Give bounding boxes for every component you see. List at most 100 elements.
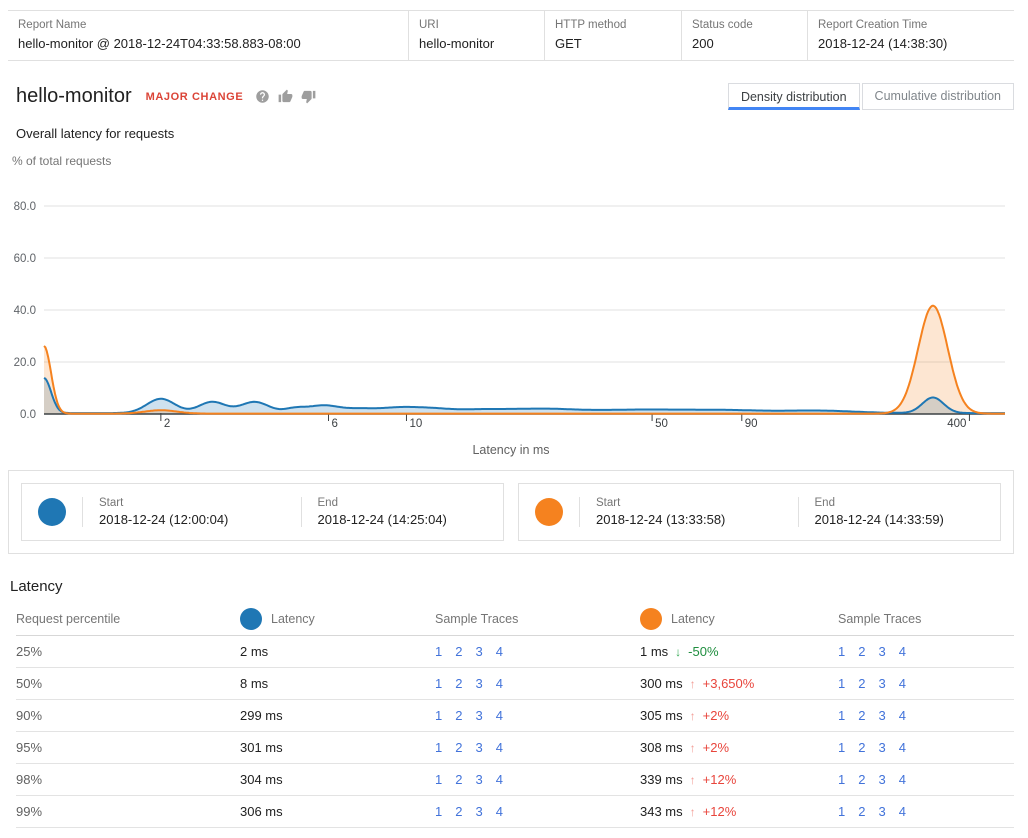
trace-link[interactable]: 4 bbox=[496, 676, 503, 691]
trace-link[interactable]: 2 bbox=[858, 676, 865, 691]
trace-link[interactable]: 1 bbox=[435, 708, 442, 723]
change-percent: +3,650% bbox=[703, 676, 755, 691]
trace-link[interactable]: 3 bbox=[878, 676, 885, 691]
trace-link[interactable]: 4 bbox=[496, 804, 503, 819]
legend-start-label: Start bbox=[596, 497, 782, 509]
density-line-baseline bbox=[44, 378, 1005, 413]
trace-link[interactable]: 3 bbox=[878, 708, 885, 723]
trace-link[interactable]: 2 bbox=[455, 804, 462, 819]
change-percent: +12% bbox=[703, 772, 737, 787]
trace-link[interactable]: 1 bbox=[435, 644, 442, 659]
table-row: 25%2 ms12341 ms↓-50%1234 bbox=[16, 636, 1014, 668]
trace-link[interactable]: 3 bbox=[475, 676, 482, 691]
help-icon[interactable] bbox=[255, 89, 270, 104]
trace-link[interactable]: 1 bbox=[435, 676, 442, 691]
trace-link[interactable]: 2 bbox=[858, 804, 865, 819]
trace-link[interactable]: 4 bbox=[899, 804, 906, 819]
trace-link[interactable]: 3 bbox=[475, 644, 482, 659]
trace-link[interactable]: 1 bbox=[838, 804, 845, 819]
trace-link[interactable]: 2 bbox=[858, 772, 865, 787]
chart-subtitle: Overall latency for requests bbox=[8, 126, 1014, 141]
latency-table: Request percentileLatencySample TracesLa… bbox=[8, 603, 1014, 828]
trace-link[interactable]: 4 bbox=[496, 644, 503, 659]
arrow-up-icon: ↑ bbox=[690, 773, 696, 787]
trace-link[interactable]: 1 bbox=[435, 804, 442, 819]
trace-link[interactable]: 3 bbox=[878, 740, 885, 755]
trace-link[interactable]: 4 bbox=[899, 740, 906, 755]
comparison-sample-traces: 1234 bbox=[838, 772, 1014, 787]
table-row: 90%299 ms1234305 ms↑+2%1234 bbox=[16, 700, 1014, 732]
trace-link[interactable]: 4 bbox=[496, 740, 503, 755]
trace-link[interactable]: 2 bbox=[455, 740, 462, 755]
table-row: 98%304 ms1234339 ms↑+12%1234 bbox=[16, 764, 1014, 796]
trace-link[interactable]: 3 bbox=[475, 804, 482, 819]
report-field-value: hello-monitor @ 2018-12-24T04:33:58.883-… bbox=[18, 36, 396, 51]
comparison-latency-cell: 1 ms↓-50% bbox=[640, 644, 838, 659]
trace-link[interactable]: 1 bbox=[838, 708, 845, 723]
thumb-up-icon[interactable] bbox=[278, 89, 293, 104]
header-baseline-sample-traces: Sample Traces bbox=[435, 612, 640, 626]
trace-link[interactable]: 2 bbox=[455, 708, 462, 723]
legend-end-label: End bbox=[318, 497, 504, 509]
trace-link[interactable]: 1 bbox=[435, 740, 442, 755]
table-row: 99%306 ms1234343 ms↑+12%1234 bbox=[16, 796, 1014, 828]
legend-start-value: 2018-12-24 (12:00:04) bbox=[99, 512, 285, 527]
trace-link[interactable]: 3 bbox=[475, 740, 482, 755]
trace-link[interactable]: 3 bbox=[878, 772, 885, 787]
report-field-http-method: HTTP methodGET bbox=[544, 11, 681, 60]
trace-link[interactable]: 2 bbox=[455, 644, 462, 659]
header-latency-label: Latency bbox=[271, 612, 315, 626]
tab-cumulative-distribution[interactable]: Cumulative distribution bbox=[862, 83, 1014, 110]
density-area-comparison bbox=[44, 306, 1005, 414]
change-percent: +12% bbox=[703, 804, 737, 819]
trace-link[interactable]: 4 bbox=[899, 772, 906, 787]
trace-link[interactable]: 1 bbox=[838, 644, 845, 659]
report-field-value: 200 bbox=[692, 36, 795, 51]
comparison-latency-value: 343 ms bbox=[640, 804, 683, 819]
trace-link[interactable]: 4 bbox=[496, 708, 503, 723]
comparison-latency-cell: 300 ms↑+3,650% bbox=[640, 676, 838, 691]
trace-link[interactable]: 2 bbox=[455, 772, 462, 787]
trace-link[interactable]: 3 bbox=[475, 708, 482, 723]
comparison-latency-value: 1 ms bbox=[640, 644, 668, 659]
legend-end-label: End bbox=[815, 497, 1001, 509]
trace-link[interactable]: 2 bbox=[858, 708, 865, 723]
trace-link[interactable]: 4 bbox=[496, 772, 503, 787]
arrow-up-icon: ↑ bbox=[690, 709, 696, 723]
y-axis-title: % of total requests bbox=[8, 154, 1014, 168]
baseline-latency-cell: 306 ms bbox=[240, 804, 435, 819]
trace-link[interactable]: 2 bbox=[455, 676, 462, 691]
trace-link[interactable]: 3 bbox=[475, 772, 482, 787]
thumb-down-icon[interactable] bbox=[301, 89, 316, 104]
x-axis-title: Latency in ms bbox=[8, 443, 1014, 457]
tab-density-distribution[interactable]: Density distribution bbox=[728, 83, 860, 110]
arrow-down-icon: ↓ bbox=[675, 645, 681, 659]
major-change-badge: MAJOR CHANGE bbox=[146, 91, 244, 103]
trace-link[interactable]: 1 bbox=[435, 772, 442, 787]
report-field-label: URI bbox=[419, 19, 532, 31]
legend-start-block: Start2018-12-24 (13:33:58) bbox=[580, 497, 782, 527]
table-row: 95%301 ms1234308 ms↑+2%1234 bbox=[16, 732, 1014, 764]
trace-link[interactable]: 2 bbox=[858, 740, 865, 755]
trace-link[interactable]: 1 bbox=[838, 676, 845, 691]
trace-link[interactable]: 4 bbox=[899, 676, 906, 691]
trace-link[interactable]: 4 bbox=[899, 644, 906, 659]
header-comparison-sample-traces: Sample Traces bbox=[838, 612, 1014, 626]
change-percent: +2% bbox=[703, 740, 729, 755]
trace-link[interactable]: 3 bbox=[878, 644, 885, 659]
trace-link[interactable]: 2 bbox=[858, 644, 865, 659]
trace-link[interactable]: 3 bbox=[878, 804, 885, 819]
trace-link[interactable]: 4 bbox=[899, 708, 906, 723]
trace-link[interactable]: 1 bbox=[838, 772, 845, 787]
y-tick-label: 0.0 bbox=[20, 409, 36, 421]
legend-end-block: End2018-12-24 (14:25:04) bbox=[302, 497, 504, 527]
report-field-label: HTTP method bbox=[555, 19, 669, 31]
baseline-latency-cell: 304 ms bbox=[240, 772, 435, 787]
comparison-latency-value: 305 ms bbox=[640, 708, 683, 723]
comparison-latency-value: 339 ms bbox=[640, 772, 683, 787]
baseline-latency-cell: 301 ms bbox=[240, 740, 435, 755]
trace-link[interactable]: 1 bbox=[838, 740, 845, 755]
distribution-tab-group: Density distributionCumulative distribut… bbox=[728, 83, 1014, 110]
comparison-series-dot bbox=[640, 608, 662, 630]
x-tick-label: 6 bbox=[332, 418, 338, 430]
